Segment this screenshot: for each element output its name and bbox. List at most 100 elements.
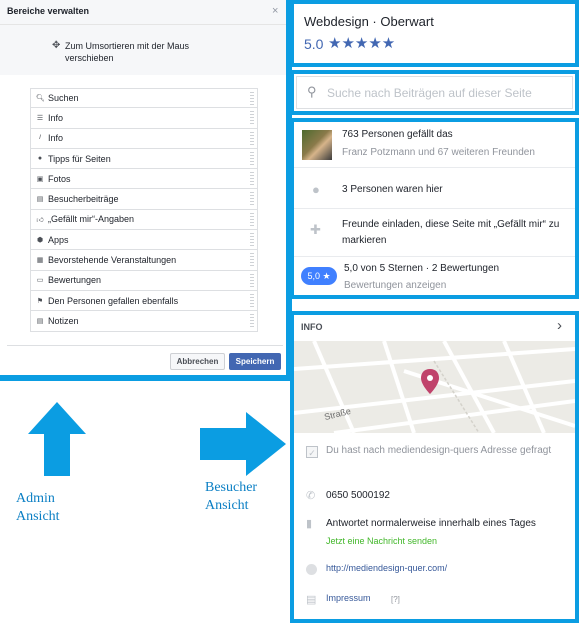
section-label: Suchen <box>48 93 79 104</box>
message-icon: ▮ <box>306 518 313 530</box>
drag-handle-icon[interactable] <box>250 273 254 287</box>
section-label: Besucherbeiträge <box>48 194 119 205</box>
info-box: INFO › Straße ✓ Du hast nach mediendesig… <box>290 311 579 623</box>
help-link[interactable]: [?] <box>391 595 400 604</box>
globe-icon <box>306 564 317 575</box>
section-label: Bewertungen <box>48 275 102 286</box>
page-stats-box: 763 Personen gefällt das Franz Potzmann … <box>290 118 579 299</box>
section-list-item[interactable]: 𝑖 Info <box>30 128 258 149</box>
cancel-button[interactable]: Abbrechen <box>170 353 225 370</box>
section-list-item[interactable]: ● Tipps für Seiten <box>30 148 258 170</box>
star-rating[interactable]: ★★★★★ <box>328 34 395 52</box>
drag-handle-icon[interactable] <box>250 314 254 328</box>
flag-icon: ⚑ <box>36 297 44 305</box>
drag-handle-icon[interactable] <box>250 233 254 247</box>
location-map[interactable]: Straße <box>294 341 575 433</box>
section-list: 🔍︎ Suchen ☰ Info 𝑖 Info ● Tipps für Seiten ▣ Foto… <box>30 88 258 332</box>
invite-friends-link[interactable]: Freunde einladen, diese Seite mit „Gefäl… <box>342 217 567 249</box>
friend-avatar[interactable] <box>302 130 332 160</box>
section-label: „Gefällt mir“-Angaben <box>48 214 135 225</box>
phone-number[interactable]: 0650 5000192 <box>326 490 390 501</box>
info-icon: 𝑖 <box>39 134 41 142</box>
section-label: Den Personen gefallen ebenfalls <box>48 295 179 306</box>
search-icon: ⚲ <box>307 84 317 99</box>
drag-handle-icon[interactable] <box>250 151 254 165</box>
section-list-item[interactable]: ▦ Bevorstehende Veranstaltungen <box>30 250 258 271</box>
section-label: Tipps für Seiten <box>48 153 111 164</box>
calendar-icon: ▦ <box>36 257 44 265</box>
divider <box>294 208 575 209</box>
section-list-item[interactable]: ▤ Notizen <box>30 311 258 332</box>
reorder-hint: Zum Umsortieren mit der Maus verschieben <box>65 41 190 63</box>
section-list-item[interactable]: ⬢ Apps <box>30 230 258 251</box>
checkmark-icon: ✓ <box>306 446 318 458</box>
frame-line-horizontal <box>0 375 292 381</box>
response-time: Antwortet normalerweise innerhalb eines … <box>326 518 536 529</box>
likes-count[interactable]: 763 Personen gefällt das <box>342 129 453 140</box>
section-label: Notizen <box>48 315 79 326</box>
friends-like[interactable]: Franz Potzmann und 67 weiteren Freunden <box>342 147 535 158</box>
section-list-item[interactable]: 🔍︎ Suchen <box>30 88 258 109</box>
tip-icon: ● <box>37 155 43 163</box>
section-label: Info <box>48 133 64 144</box>
drag-handle-icon[interactable] <box>250 92 254 105</box>
send-message-link[interactable]: Jetzt eine Nachricht senden <box>326 536 437 546</box>
review-icon: ▭ <box>36 277 44 285</box>
search-box: ⚲ <box>290 70 579 115</box>
chevron-right-icon[interactable]: › <box>557 317 562 334</box>
rating-summary: 5,0 von 5 Sternen · 2 Bewertungen <box>344 263 500 274</box>
save-button[interactable]: Speichern <box>229 353 281 370</box>
divider <box>294 256 575 257</box>
admin-view-caption: Admin Ansicht <box>16 491 60 524</box>
search-field[interactable]: ⚲ <box>296 76 573 109</box>
section-label: Apps <box>48 234 69 245</box>
admin-dialog: Bereiche verwalten × ✥ Zum Umsortieren m… <box>0 0 290 374</box>
section-list-item[interactable]: ⚑ Den Personen gefallen ebenfalls <box>30 290 258 312</box>
drag-handle-icon[interactable] <box>250 131 254 145</box>
close-icon[interactable]: × <box>272 5 278 17</box>
drag-handle-icon[interactable] <box>250 192 254 206</box>
arrow-up-icon <box>28 402 86 476</box>
section-list-item[interactable]: 👍︎ „Gefällt mir“-Angaben <box>30 209 258 231</box>
arrow-right-icon <box>200 412 286 476</box>
show-reviews-link[interactable]: Bewertungen anzeigen <box>344 280 446 291</box>
website-link[interactable]: http://mediendesign-quer.com/ <box>326 563 447 573</box>
dialog-divider <box>7 345 283 346</box>
photo-icon: ▣ <box>36 175 44 183</box>
section-label: Fotos <box>48 173 71 184</box>
drag-handle-icon[interactable] <box>250 172 254 186</box>
divider <box>294 167 575 168</box>
address-request-text: Du hast nach mediendesign-quers Adresse … <box>326 445 552 456</box>
location-pin-icon: ● <box>312 182 320 197</box>
phone-icon: ✆ <box>306 490 316 502</box>
move-icon: ✥ <box>52 40 61 51</box>
like-icon: 👍︎ <box>36 216 44 224</box>
book-icon: ▤ <box>306 594 317 606</box>
section-list-item[interactable]: ▤ Besucherbeiträge <box>30 189 258 210</box>
notes-icon: ▤ <box>36 317 44 325</box>
drag-handle-icon[interactable] <box>250 293 254 307</box>
apps-icon: ⬢ <box>36 236 44 244</box>
visitor-view-caption: Besucher Ansicht <box>205 480 258 513</box>
drag-handle-icon[interactable] <box>250 253 254 267</box>
section-label: Bevorstehende Veranstaltungen <box>48 255 177 266</box>
search-icon: 🔍︎ <box>36 95 45 103</box>
search-input[interactable] <box>325 83 565 103</box>
rating-value: 5.0 <box>304 36 324 52</box>
post-icon: ▤ <box>36 196 44 204</box>
impressum-link[interactable]: Impressum <box>326 593 371 603</box>
add-friend-icon: ✚ <box>310 222 321 237</box>
list-icon: ☰ <box>36 114 44 122</box>
dialog-title: Bereiche verwalten <box>7 6 90 16</box>
info-heading: INFO <box>301 322 323 332</box>
page-title-box: Webdesign · Oberwart 5.0 ★★★★★ <box>290 0 579 67</box>
page-name[interactable]: Webdesign · Oberwart <box>304 14 434 29</box>
section-label: Info <box>48 112 64 123</box>
drag-handle-icon[interactable] <box>250 212 254 226</box>
section-list-item[interactable]: ▣ Fotos <box>30 169 258 190</box>
section-list-item[interactable]: ☰ Info <box>30 108 258 129</box>
rating-badge: 5,0 ★ <box>301 267 337 285</box>
drag-handle-icon[interactable] <box>250 111 254 125</box>
checkins-count[interactable]: 3 Personen waren hier <box>342 184 443 195</box>
section-list-item[interactable]: ▭ Bewertungen <box>30 270 258 291</box>
